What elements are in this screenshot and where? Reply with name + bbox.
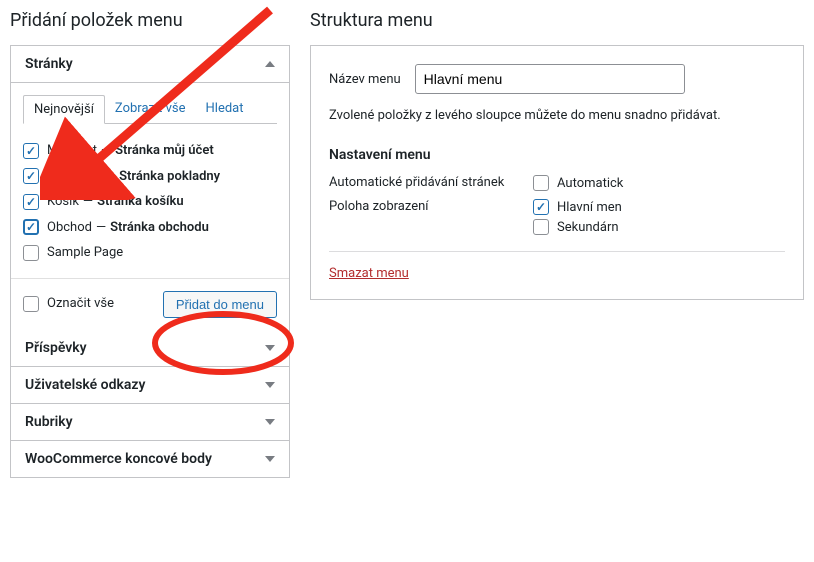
accordion-woo-header[interactable]: WooCommerce koncové body <box>11 441 289 477</box>
accordion-categories-header[interactable]: Rubriky <box>11 404 289 441</box>
accordion-posts-title: Příspěvky <box>25 340 87 356</box>
page-item: Můj účet—Stránka můj účet <box>23 138 277 164</box>
page-item-label: Košík—Stránka košíku <box>47 192 184 212</box>
page-item-checkbox[interactable] <box>23 194 39 210</box>
divider <box>329 251 785 252</box>
add-items-heading: Přidání položek menu <box>10 10 290 31</box>
menu-name-label: Název menu <box>329 72 401 87</box>
select-all-label: Označit vše <box>47 294 114 314</box>
page-item-checkbox[interactable] <box>23 219 39 235</box>
auto-add-pages-label: Automatické přidávání stránek <box>329 175 529 190</box>
page-item: Sample Page <box>23 240 277 266</box>
menu-name-input[interactable] <box>415 64 685 94</box>
display-location-label: Poloha zobrazení <box>329 199 529 214</box>
location-option-label: Hlavní men <box>557 200 622 215</box>
page-item-checkbox[interactable] <box>23 245 39 261</box>
page-item-label: Sample Page <box>47 243 123 263</box>
page-item-checkbox[interactable] <box>23 143 39 159</box>
location-option-label: Sekundárn <box>557 220 619 235</box>
structure-panel: Název menu Zvolené položky z levého slou… <box>310 45 804 300</box>
accordion-pages-title: Stránky <box>25 56 73 72</box>
accordion-pages-header[interactable]: Stránky <box>11 46 289 83</box>
pages-tabs: Nejnovější Zobrazit vše Hledat <box>23 95 277 124</box>
chevron-down-icon <box>265 419 275 425</box>
tab-search[interactable]: Hledat <box>196 95 254 123</box>
delete-menu-link[interactable]: Smazat menu <box>329 266 409 281</box>
page-item-label: Pokladna—Stránka pokladny <box>47 167 220 187</box>
location-checkbox[interactable] <box>533 219 549 235</box>
location-checkbox[interactable] <box>533 199 549 215</box>
page-item: Pokladna—Stránka pokladny <box>23 164 277 190</box>
accordion-custom-links-title: Uživatelské odkazy <box>25 377 145 393</box>
page-item-checkbox[interactable] <box>23 168 39 184</box>
accordion-pages-body: Nejnovější Zobrazit vše Hledat Můj účet—… <box>11 83 289 330</box>
page-item: Obchod—Stránka obchodu <box>23 215 277 241</box>
accordion-custom-links-header[interactable]: Uživatelské odkazy <box>11 367 289 404</box>
location-option: Sekundárn <box>533 219 785 235</box>
select-all-checkbox[interactable] <box>23 296 39 312</box>
accordion-categories-title: Rubriky <box>25 414 73 430</box>
location-option: Hlavní men <box>533 199 785 215</box>
auto-add-checkbox[interactable] <box>533 175 549 191</box>
accordion-woo-title: WooCommerce koncové body <box>25 451 212 467</box>
auto-add-option-label: Automatick <box>557 176 623 191</box>
chevron-down-icon <box>265 345 275 351</box>
accordion-posts-header[interactable]: Příspěvky <box>11 330 289 367</box>
page-item: Košík—Stránka košíku <box>23 189 277 215</box>
structure-heading: Struktura menu <box>310 10 804 31</box>
add-items-panel: Stránky Nejnovější Zobrazit vše Hledat M… <box>10 45 290 478</box>
chevron-up-icon <box>265 61 275 67</box>
settings-heading: Nastavení menu <box>329 147 785 163</box>
structure-description: Zvolené položky z levého sloupce můžete … <box>329 108 785 123</box>
page-item-label: Můj účet—Stránka můj účet <box>47 141 214 161</box>
tab-recent[interactable]: Nejnovější <box>23 95 105 124</box>
tab-all[interactable]: Zobrazit vše <box>105 95 196 123</box>
chevron-down-icon <box>265 456 275 462</box>
chevron-down-icon <box>265 382 275 388</box>
page-item-label: Obchod—Stránka obchodu <box>47 218 209 238</box>
add-to-menu-button[interactable]: Přidat do menu <box>163 291 277 318</box>
